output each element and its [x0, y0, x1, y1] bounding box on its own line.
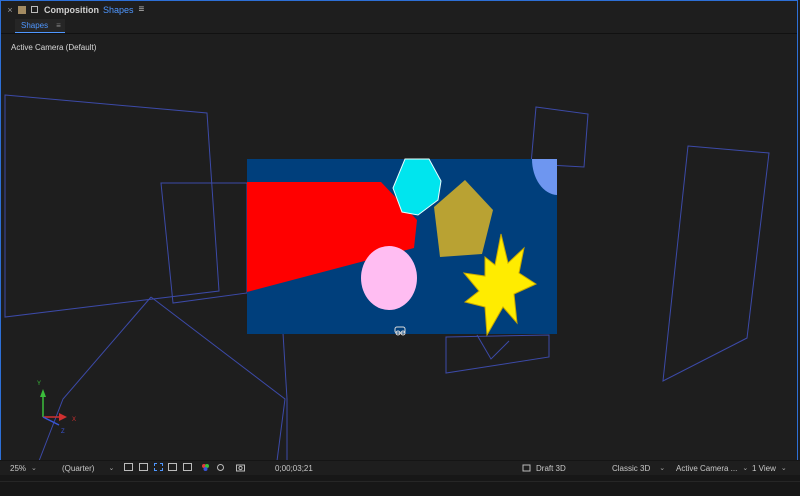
wireframe-edge-center: [282, 332, 288, 461]
timecode-value: 0;00;03;21: [275, 463, 313, 473]
composition-viewport[interactable]: Y X Z: [1, 1, 799, 475]
axis-gizmo: Y X Z: [37, 381, 76, 435]
current-time-display[interactable]: 0;00;03;21: [275, 462, 313, 474]
wireframe-edge-bottom-v: [476, 334, 510, 360]
resolution-dropdown[interactable]: (Quarter) ⌄: [62, 462, 114, 474]
draft-3d-toggle[interactable]: Draft 3D: [522, 462, 566, 474]
roi-icon[interactable]: [139, 463, 148, 471]
viewer-toolbar: 25% ⌄ (Quarter) ⌄ 0;00;03;21 Draft 3D Cl…: [0, 460, 800, 475]
chevron-down-icon: ⌄: [780, 465, 787, 472]
renderer-dropdown[interactable]: Classic 3D ⌄: [612, 462, 665, 474]
toggle-mask-icon[interactable]: [124, 463, 133, 471]
wireframe-layer-left[interactable]: [4, 94, 220, 318]
axis-x-label: X: [72, 417, 76, 423]
axis-z-label: Z: [61, 429, 65, 435]
safe-zones-icon[interactable]: [168, 463, 177, 471]
wireframe-layer-left-inner[interactable]: [160, 182, 248, 304]
color-management-icon[interactable]: [201, 463, 210, 472]
wireframe-layer-bottom[interactable]: [445, 334, 550, 374]
show-snapshot-icon[interactable]: [216, 463, 225, 472]
transparency-grid-icon[interactable]: [154, 463, 163, 471]
timeline-strip: [0, 475, 800, 496]
view-layout-dropdown[interactable]: 1 View ⌄: [752, 462, 787, 474]
axis-y-label: Y: [37, 381, 41, 387]
magnification-dropdown[interactable]: 25% ⌄: [10, 462, 37, 474]
wireframe-layer-top-right[interactable]: [530, 106, 589, 168]
renderer-value: Classic 3D: [612, 463, 651, 473]
pink-ellipse-layer[interactable]: [361, 246, 417, 310]
composition-panel: × Composition Shapes ≡ Shapes ≡ Y X Z Ac…: [0, 0, 798, 474]
wireframe-layer-right[interactable]: [662, 145, 770, 382]
channel-icon[interactable]: [183, 463, 192, 471]
chevron-down-icon: ⌄: [659, 465, 666, 472]
chevron-down-icon: ⌄: [742, 465, 749, 472]
draft-3d-icon: [522, 464, 531, 471]
snapshot-icon[interactable]: [236, 463, 245, 472]
timeline-divider: [0, 481, 800, 482]
3d-view-dropdown[interactable]: Active Camera ... ⌄: [676, 462, 748, 474]
magnification-value: 25%: [10, 463, 27, 473]
view-layout-value: 1 View: [752, 463, 776, 473]
resolution-value: (Quarter): [62, 463, 95, 473]
3d-view-value: Active Camera ...: [676, 463, 738, 473]
chevron-down-icon: ⌄: [31, 465, 37, 472]
wireframe-edge-lower-far-left: [38, 296, 152, 462]
camera-view-label: Active Camera (Default): [11, 43, 97, 52]
draft-3d-label: Draft 3D: [536, 463, 566, 473]
chevron-down-icon: ⌄: [108, 465, 115, 472]
